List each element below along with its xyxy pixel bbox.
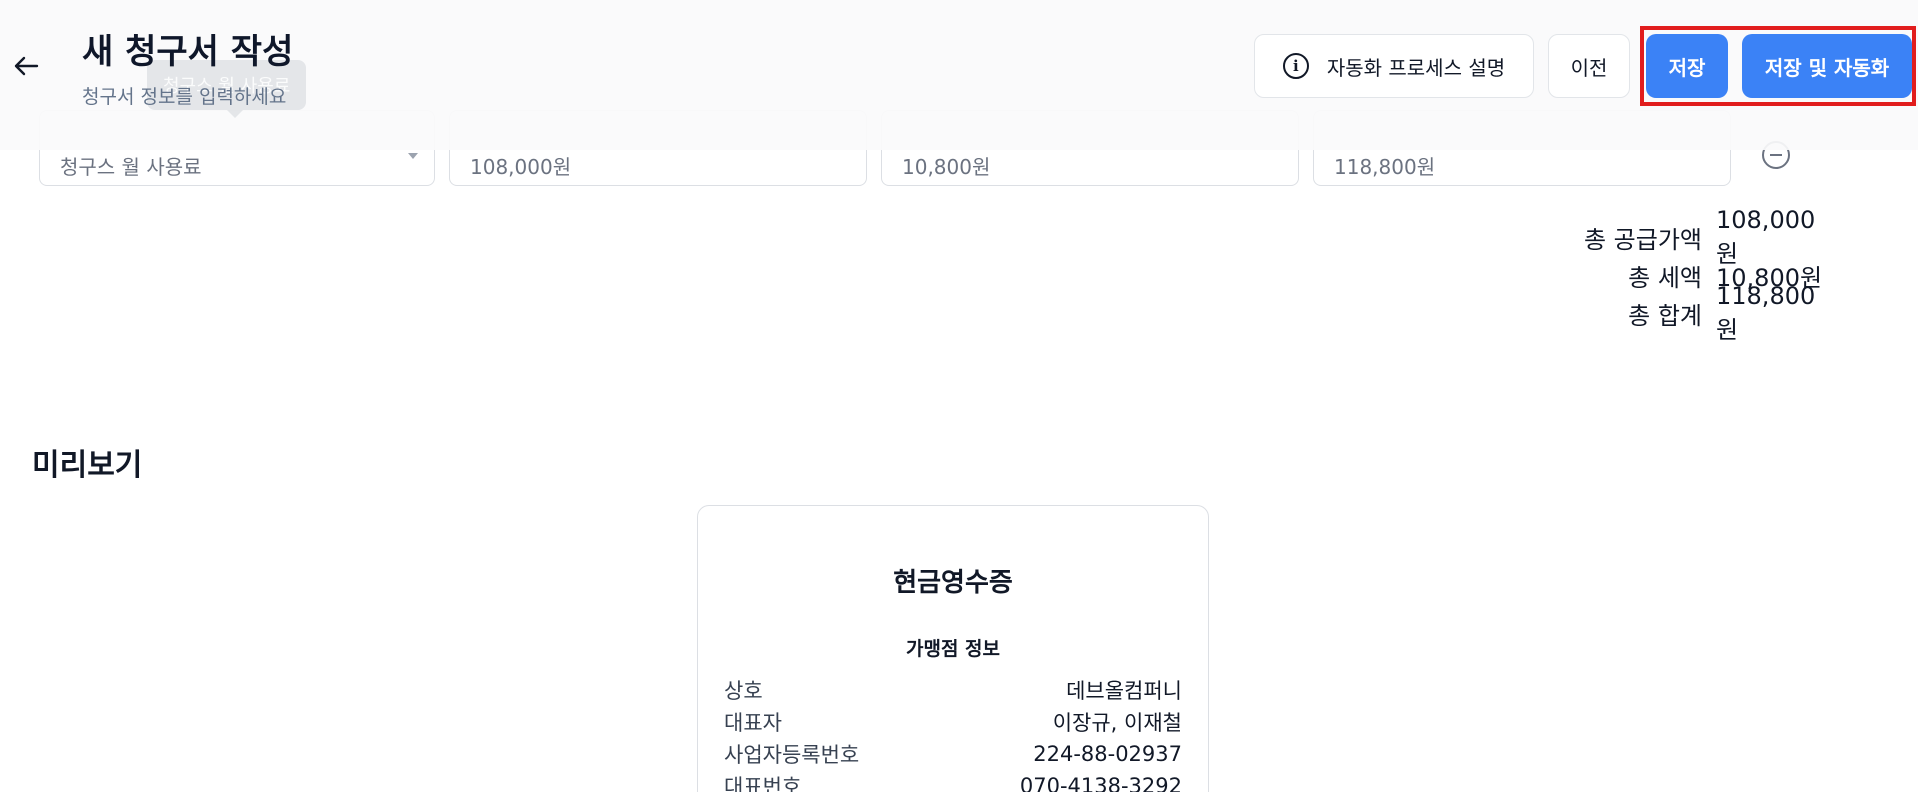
receipt-row: 대표자 이장규, 이재철 <box>724 706 1182 738</box>
receipt-key: 사업자등록번호 <box>724 743 860 767</box>
preview-heading: 미리보기 <box>32 448 143 483</box>
prev-button-label: 이전 <box>1570 55 1608 80</box>
receipt-preview: 현금영수증 가맹점 정보 상호 데브올컴퍼니 대표자 이장규, 이재철 사업자등… <box>697 505 1209 792</box>
info-icon: i <box>1282 53 1309 79</box>
receipt-section-title: 가맹점 정보 <box>905 638 1000 660</box>
back-arrow-icon[interactable] <box>12 52 40 80</box>
total-value: 118,800원 <box>1334 154 1436 179</box>
receipt-value: 이장규, 이재철 <box>1052 711 1182 735</box>
total-supply-row: 총 공급가액 108,000원 <box>1583 206 1836 268</box>
total-sum-row: 총 합계 118,800원 <box>1584 282 1836 344</box>
receipt-value: 070-4138-3292 <box>1019 774 1182 792</box>
tax-value: 10,800원 <box>902 154 991 179</box>
page-title: 새 청구서 작성 <box>82 32 294 72</box>
receipt-key: 대표자 <box>724 711 782 735</box>
page-subtitle: 청구서 정보를 입력하세요 <box>82 86 287 108</box>
receipt-row: 상호 데브올컴퍼니 <box>724 674 1182 706</box>
product-select-value: 청구스 월 사용료 <box>60 154 202 179</box>
receipt-row: 사업자등록번호 224-88-02937 <box>724 738 1182 770</box>
total-label: 총 공급가액 <box>1583 225 1702 254</box>
chevron-down-icon <box>408 153 418 159</box>
prev-button[interactable]: 이전 <box>1548 34 1630 98</box>
totals-summary: 총 공급가액 108,000원 총 세액 10,800원 총 합계 118,80… <box>1583 206 1836 344</box>
supply-amount-value: 108,000원 <box>470 154 572 179</box>
total-value: 118,800원 <box>1716 281 1816 344</box>
receipt-value: 224-88-02937 <box>1033 742 1182 766</box>
total-label: 총 세액 <box>1628 263 1702 292</box>
receipt-row: 대표번호 070-4138-3292 <box>724 770 1182 792</box>
receipt-rows: 상호 데브올컴퍼니 대표자 이장규, 이재철 사업자등록번호 224-88-02… <box>724 674 1182 792</box>
receipt-key: 상호 <box>724 679 763 703</box>
invoice-create-page: 청구스 월 사용료 108,000원 10,800원 118,800원 청구스 … <box>0 0 1918 792</box>
receipt-key: 대표번호 <box>724 775 802 792</box>
receipt-value: 데브올컴퍼니 <box>1066 679 1182 703</box>
automation-help-button[interactable]: i 자동화 프로세스 설명 <box>1254 34 1534 98</box>
highlight-box <box>1640 26 1916 106</box>
page-header: 청구스 월 사용료 새 청구서 작성 청구서 정보를 입력하세요 i 자동화 프… <box>0 0 1918 150</box>
automation-help-label: 자동화 프로세스 설명 <box>1326 55 1506 80</box>
receipt-title: 현금영수증 <box>893 568 1013 598</box>
total-label: 총 합계 <box>1628 301 1702 330</box>
